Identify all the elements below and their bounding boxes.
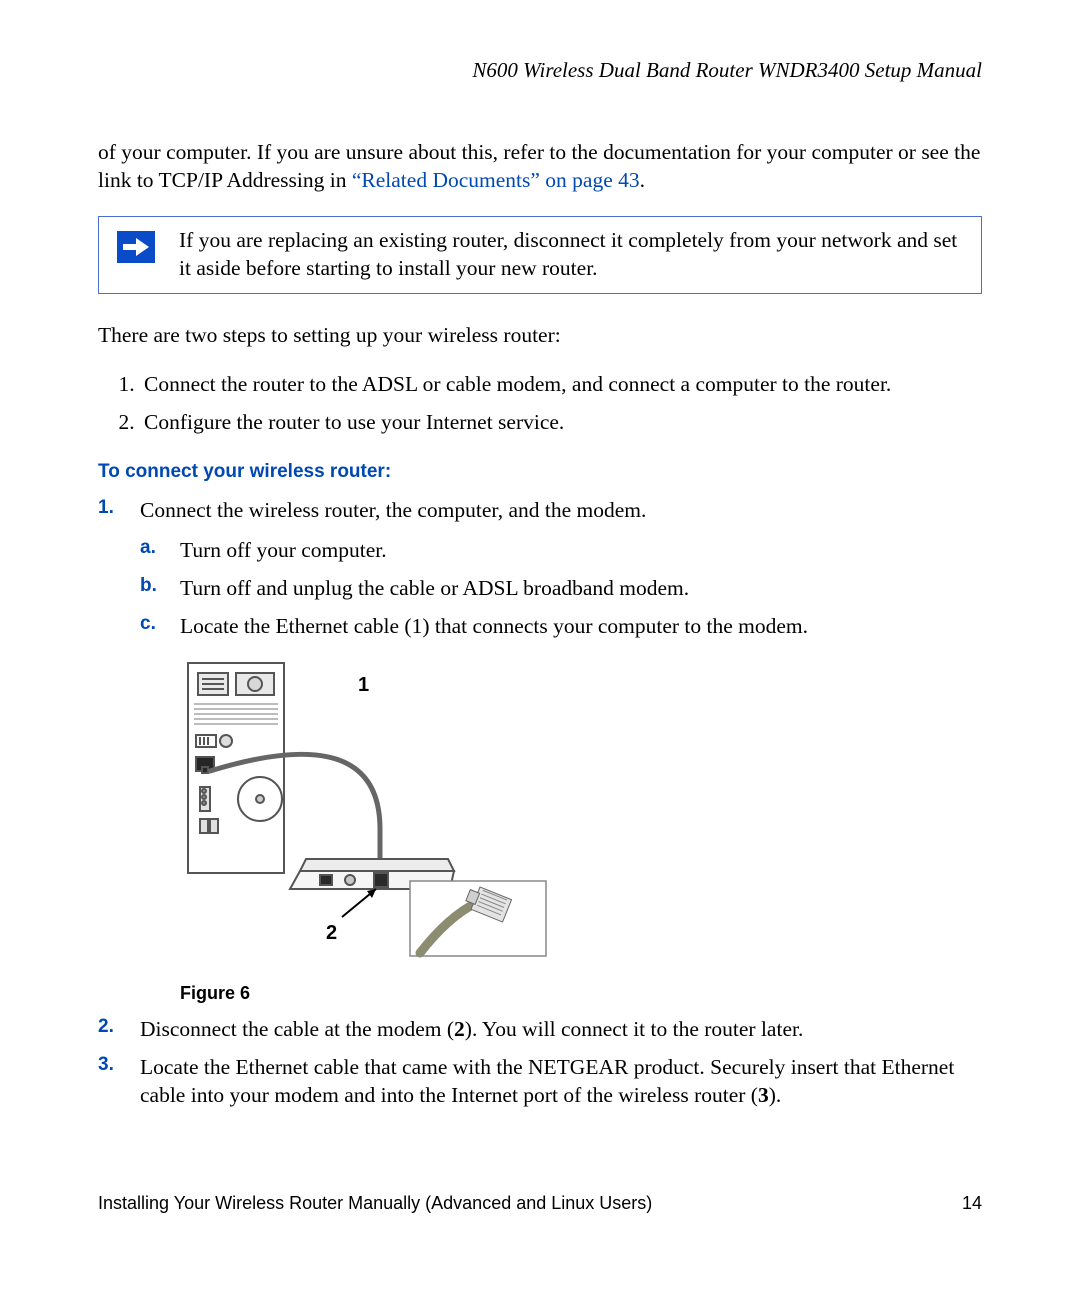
list-item: Locate the Ethernet cable (1) that conne…: [140, 613, 982, 641]
list-item: Turn off and unplug the cable or ADSL br…: [140, 575, 982, 603]
main-steps-list: Connect the wireless router, the compute…: [98, 497, 982, 1110]
inset-connector-icon: [410, 881, 546, 956]
page-container: N600 Wireless Dual Band Router WNDR3400 …: [0, 0, 1080, 1296]
list-item: Locate the Ethernet cable that came with…: [98, 1054, 982, 1110]
sub-steps-list: Turn off your computer. Turn off and unp…: [140, 537, 982, 641]
note-box: If you are replacing an existing router,…: [98, 216, 982, 294]
page-header: N600 Wireless Dual Band Router WNDR3400 …: [98, 58, 982, 83]
text-segment: Locate the Ethernet cable that came with…: [140, 1055, 954, 1107]
related-documents-link[interactable]: “Related Documents” on page 43: [352, 168, 640, 192]
simple-steps-list: Connect the router to the ADSL or cable …: [98, 371, 982, 437]
list-item-text: Turn off and unplug the cable or ADSL br…: [180, 576, 689, 600]
section-heading: To connect your wireless router:: [98, 461, 982, 483]
list-item-text: Locate the Ethernet cable that came with…: [140, 1055, 954, 1107]
intro-paragraph: of your computer. If you are unsure abou…: [98, 139, 982, 194]
bold-callout: 2: [454, 1017, 465, 1041]
text-segment: ).: [769, 1083, 782, 1107]
list-item: Connect the router to the ADSL or cable …: [140, 371, 982, 399]
list-item-text: Configure the router to use your Interne…: [144, 410, 564, 434]
list-item-text: Connect the wireless router, the compute…: [140, 498, 646, 522]
list-item: Configure the router to use your Interne…: [140, 409, 982, 437]
figure-label-1: 1: [358, 674, 369, 696]
footer-section-title: Installing Your Wireless Router Manually…: [98, 1193, 652, 1214]
footer-page-number: 14: [962, 1193, 982, 1214]
page-footer: Installing Your Wireless Router Manually…: [98, 1193, 982, 1214]
figure-caption: Figure 6: [180, 983, 982, 1004]
list-item: Turn off your computer.: [140, 537, 982, 565]
list-item: Disconnect the cable at the modem (2). Y…: [98, 1016, 982, 1044]
list-item-text: Locate the Ethernet cable (1) that conne…: [180, 614, 808, 638]
arrow-right-icon: [117, 231, 155, 263]
list-item: Connect the wireless router, the compute…: [98, 497, 982, 1004]
list-item-text: Connect the router to the ADSL or cable …: [144, 372, 891, 396]
figure-label-2: 2: [326, 922, 337, 944]
note-text: If you are replacing an existing router,…: [179, 227, 969, 283]
bold-callout: 3: [758, 1083, 769, 1107]
text-segment: Disconnect the cable at the modem (: [140, 1017, 454, 1041]
computer-tower-icon: [188, 663, 284, 873]
text-segment: ). You will connect it to the router lat…: [465, 1017, 804, 1041]
steps-intro: There are two steps to setting up your w…: [98, 322, 982, 350]
list-item-text: Turn off your computer.: [180, 538, 387, 562]
intro-text-postlink: .: [640, 168, 645, 192]
list-item-text: Disconnect the cable at the modem (2). Y…: [140, 1017, 803, 1041]
figure-6: 1 2: [180, 659, 550, 965]
